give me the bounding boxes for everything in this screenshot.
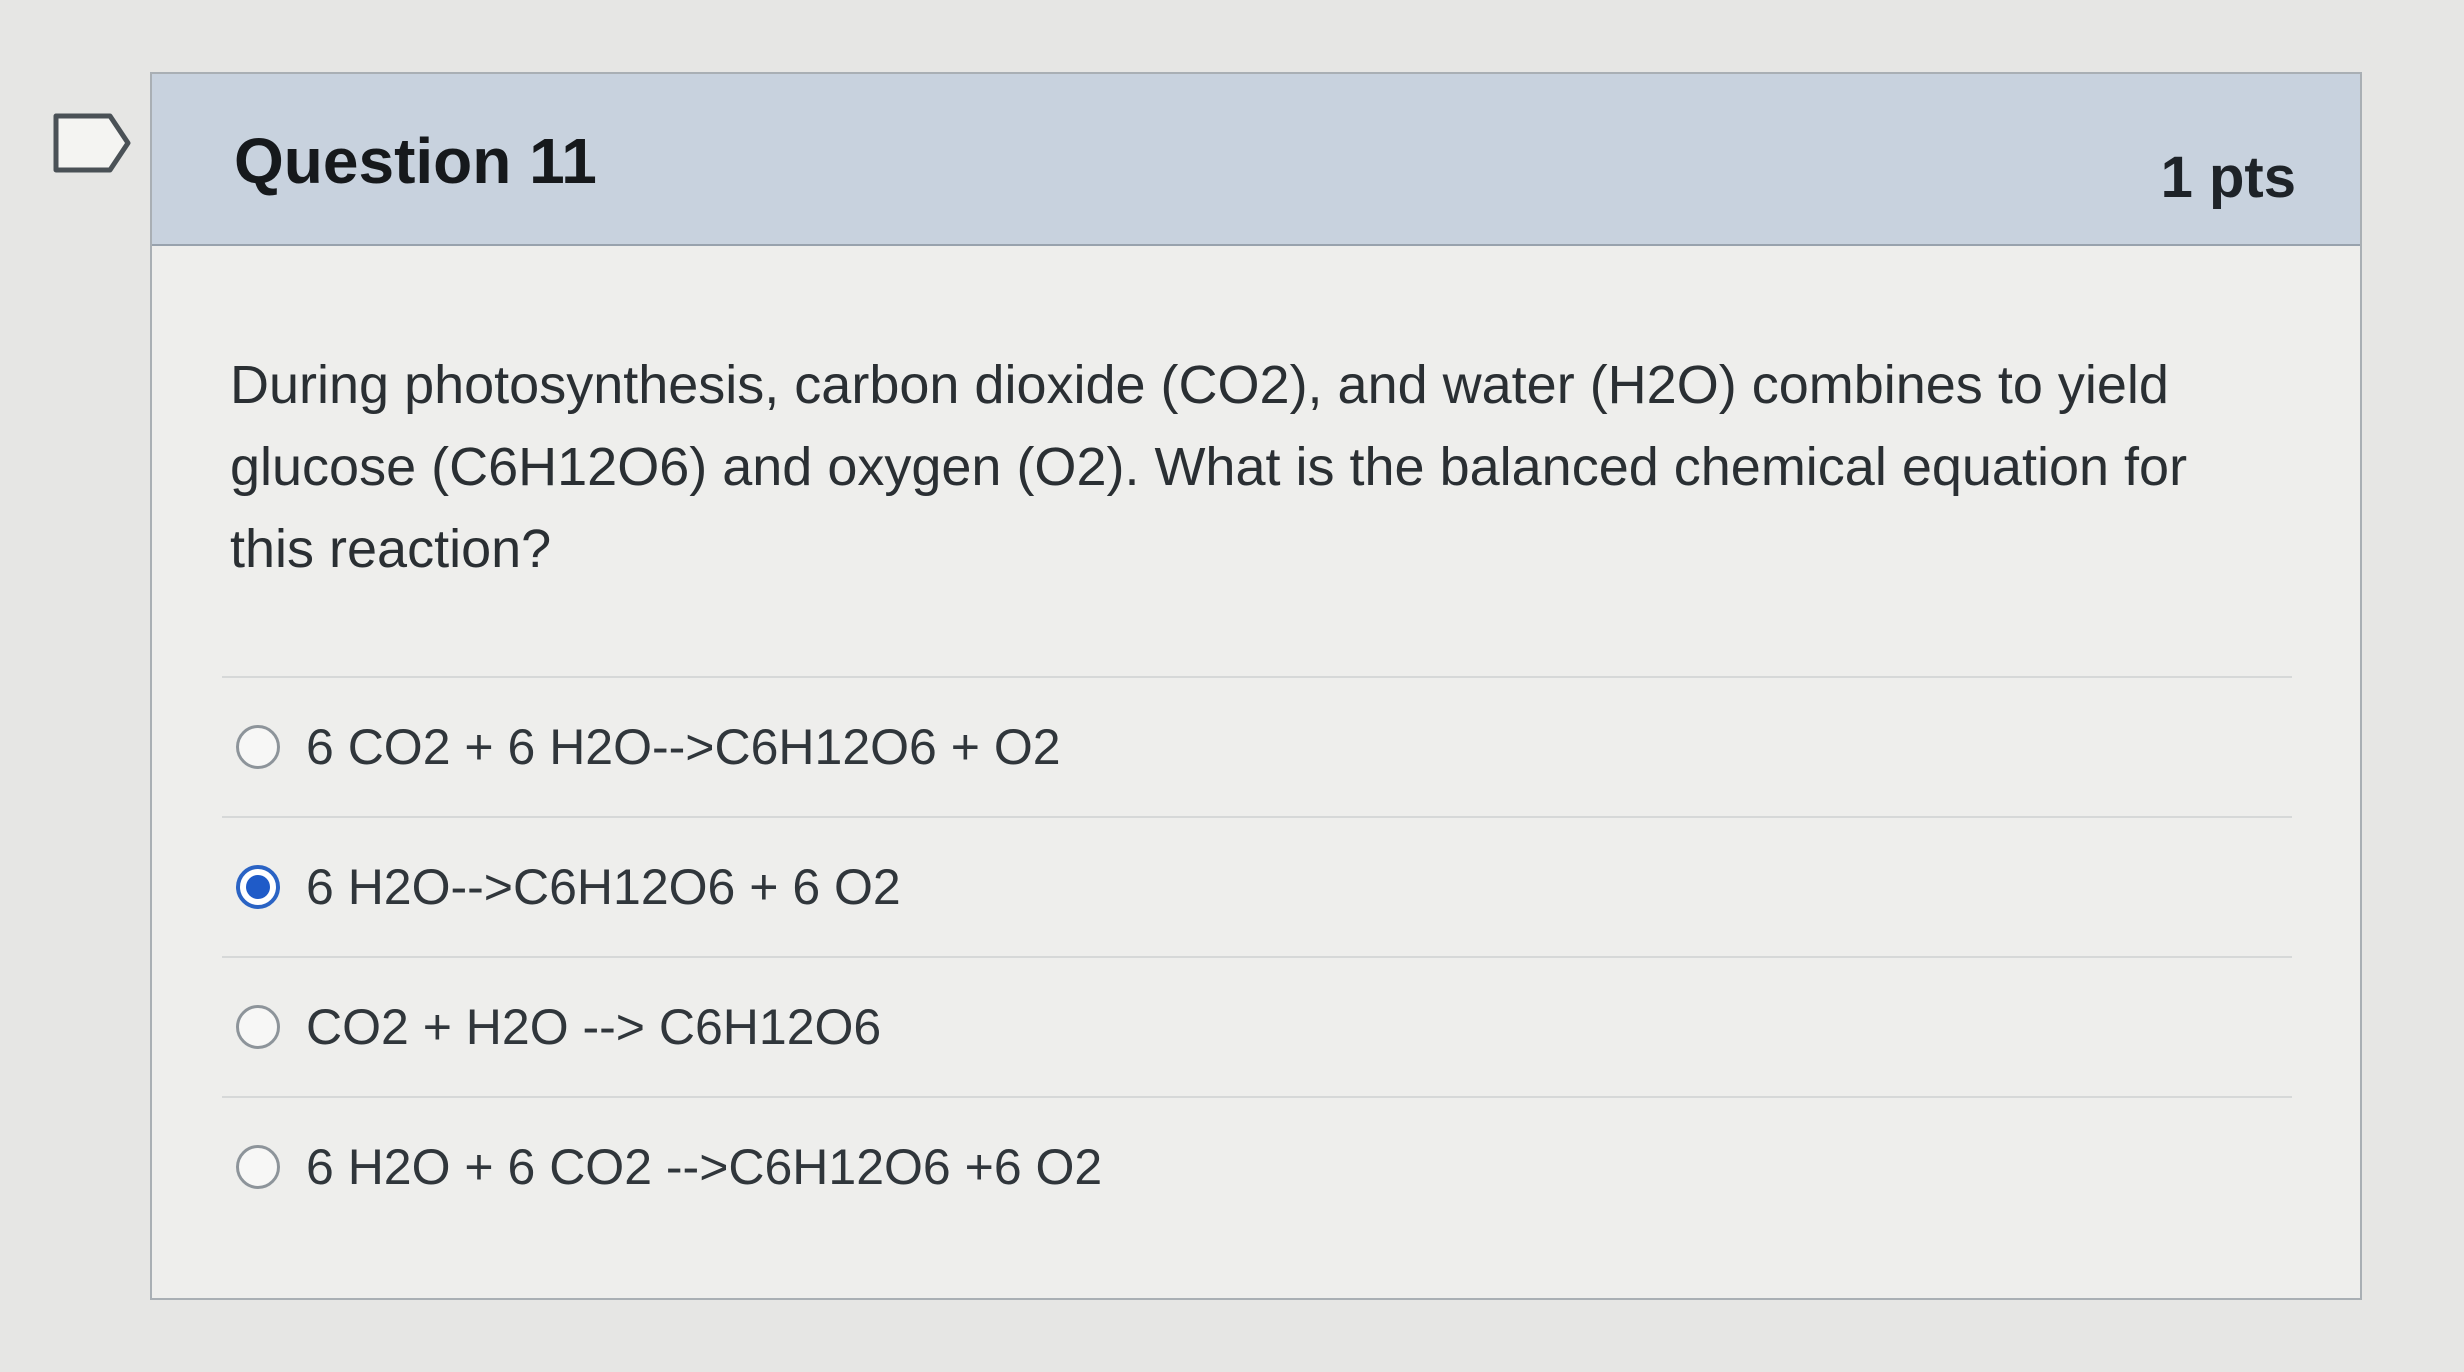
radio-button[interactable] (236, 1145, 280, 1189)
question-title: Question 11 (234, 125, 597, 197)
question-text: During photosynthesis, carbon dioxide (C… (230, 355, 2188, 579)
answer-label: 6 CO2 + 6 H2O-->C6H12O6 + O2 (306, 719, 1061, 775)
answer-option-4[interactable]: 6 H2O + 6 CO2 -->C6H12O6 +6 O2 (222, 1096, 2292, 1236)
answer-option-1[interactable]: 6 CO2 + 6 H2O-->C6H12O6 + O2 (222, 676, 2292, 816)
answer-label: CO2 + H2O --> C6H12O6 (306, 999, 882, 1055)
radio-button-selected[interactable] (236, 865, 280, 909)
answer-option-3[interactable]: CO2 + H2O --> C6H12O6 (222, 956, 2292, 1096)
question-card: Question 11 1 pts During photosynthesis,… (150, 72, 2362, 1300)
question-header: Question 11 1 pts (152, 74, 2360, 246)
radio-button[interactable] (236, 725, 280, 769)
answer-list: 6 CO2 + 6 H2O-->C6H12O6 + O2 6 H2O-->C6H… (222, 676, 2292, 1236)
answer-label: 6 H2O + 6 CO2 -->C6H12O6 +6 O2 (306, 1139, 1103, 1195)
radio-button[interactable] (236, 1005, 280, 1049)
flag-question-icon[interactable] (52, 112, 134, 174)
answer-label: 6 H2O-->C6H12O6 + 6 O2 (306, 859, 901, 915)
answer-option-2[interactable]: 6 H2O-->C6H12O6 + 6 O2 (222, 816, 2292, 956)
question-points: 1 pts (2160, 145, 2296, 210)
